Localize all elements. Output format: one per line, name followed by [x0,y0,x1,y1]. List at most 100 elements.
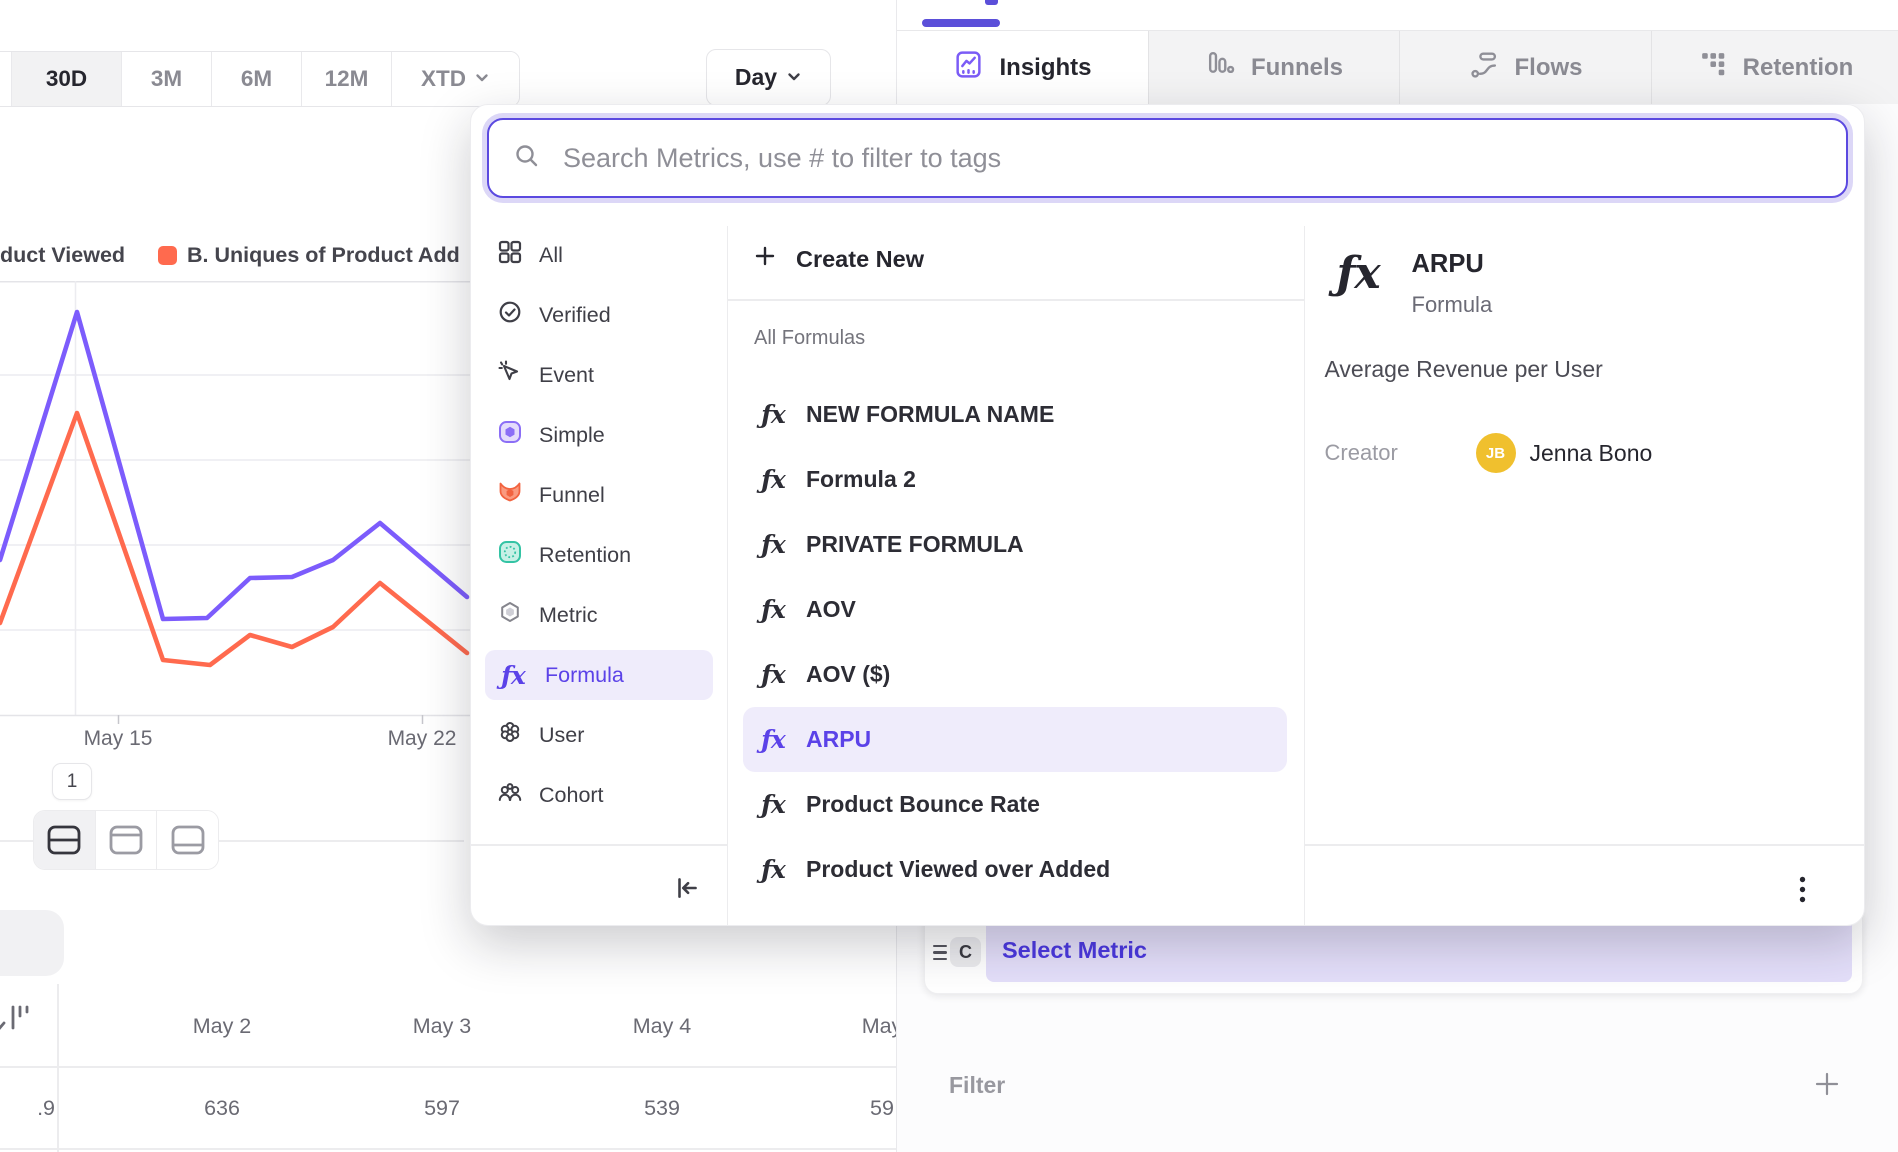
table-cell: 539 [582,1096,742,1126]
table-header-divider [0,1066,896,1068]
detail-title: ARPU [1412,250,1484,279]
create-new-label: Create New [796,246,924,273]
cursor-sparkle-icon [497,359,523,391]
formula-list: ƒx NEW FORMULA NAME ƒx Formula 2 ƒx PRIV… [743,382,1287,902]
retention-icon [1697,49,1728,87]
category-event[interactable]: Event [485,350,713,400]
filter-section-label: Filter [949,1072,1005,1099]
category-label: User [539,723,584,748]
category-user[interactable]: User [485,710,713,760]
collapse-panel-button[interactable] [669,870,705,906]
category-label: Retention [539,543,631,568]
search-icon [513,142,541,175]
range-button-12m[interactable]: 12M [301,52,391,106]
category-retention[interactable]: Retention [485,530,713,580]
select-metric-row[interactable]: Select Metric [986,918,1852,982]
range-button-30d[interactable]: 30D [11,52,121,106]
range-button-6m[interactable]: 6M [211,52,301,106]
table-cell: 636 [142,1096,302,1126]
formula-name: AOV [806,596,856,623]
formula-list-item[interactable]: ƒx Formula 2 [743,447,1287,512]
tab-label: Retention [1743,54,1854,82]
tab-insights[interactable]: Insights [897,31,1148,104]
interval-dropdown[interactable]: Day [706,49,831,106]
x-axis-label: May 15 [48,727,188,751]
fx-icon: ƒx [757,597,789,622]
add-filter-button[interactable] [1809,1066,1845,1102]
fx-icon: ƒx [757,467,789,492]
plus-icon [752,243,778,275]
drag-handle-icon[interactable] [933,945,947,964]
create-new-button[interactable]: Create New [752,236,924,282]
table-header-cell: May 3 [362,1014,522,1044]
category-label: Metric [539,603,598,628]
avatar: JB [1476,433,1516,473]
plus-icon [1811,1068,1843,1100]
page-number-badge[interactable]: 1 [52,763,92,800]
more-options-button[interactable] [1785,872,1819,906]
fx-icon: ƒx [757,662,789,687]
tab-funnels[interactable]: Funnels [1148,31,1399,104]
formula-list-item[interactable]: ƒx NEW FORMULA NAME [743,382,1287,447]
tab-label: Insights [999,54,1091,82]
fx-icon: ƒx [757,857,789,882]
category-verified[interactable]: Verified [485,290,713,340]
formula-list-item[interactable]: ƒx AOV ($) [743,642,1287,707]
layout-split-toggle[interactable] [34,811,95,869]
range-xtd-label: XTD [421,66,466,92]
category-label: Funnel [539,483,605,508]
creator-name: Jenna Bono [1530,440,1653,467]
fx-icon: ƒx [757,727,789,752]
formula-list-item[interactable]: ƒx Product Viewed over Added [743,837,1287,902]
category-all[interactable]: All [485,230,713,280]
legend-item-series-b[interactable]: B. Uniques of Product Add [187,243,460,268]
range-button-3m[interactable]: 3M [121,52,211,106]
formulas-section-label: All Formulas [754,327,865,350]
fx-icon-large: ƒx [1337,252,1380,296]
formula-detail-panel: ƒx ARPU Formula Average Revenue per User… [1305,226,1865,925]
formula-name: Product Bounce Rate [806,791,1040,818]
cohort-people-icon [497,779,523,811]
layout-table-only-toggle[interactable] [156,811,218,869]
tab-retention[interactable]: Retention [1651,31,1898,104]
category-simple[interactable]: Simple [485,410,713,460]
tab-flows[interactable]: Flows [1399,31,1651,104]
legend-item-series-a[interactable]: duct Viewed [0,243,125,268]
category-cohort[interactable]: Cohort [485,770,713,820]
sort-descending-icon [0,1001,32,1039]
formula-list-column: Create New All Formulas ƒx NEW FORMULA N… [728,226,1305,925]
formula-list-item[interactable]: ƒx Product Bounce Rate [743,772,1287,837]
category-metric[interactable]: Metric [485,590,713,640]
table-header-cell: May [802,1014,896,1044]
metric-letter-badge[interactable]: C [950,937,981,967]
funnels-icon [1205,49,1236,87]
metric-search-input[interactable]: Search Metrics, use # to filter to tags [487,118,1848,198]
category-formula[interactable]: ƒx Formula [485,650,713,700]
flows-icon [1468,49,1499,87]
insights-icon [953,49,984,87]
category-funnel[interactable]: Funnel [485,470,713,520]
kebab-menu-icon [1799,876,1806,903]
range-button-xtd[interactable]: XTD [391,52,519,106]
date-range-segmented-control: 30D 3M 6M 12M XTD [0,51,520,107]
creator-label: Creator [1325,440,1398,466]
formula-name: ARPU [806,726,871,753]
grid-icon [497,239,523,271]
top-tab-indicator-fragment [985,0,998,5]
fx-icon: ƒx [757,532,789,557]
detail-type: Formula [1412,292,1493,318]
formula-list-item[interactable]: ƒx AOV [743,577,1287,642]
category-label: Event [539,363,594,388]
collapsed-side-tab [0,910,64,976]
table-sort-control[interactable] [0,995,56,1051]
formula-list-item[interactable]: ƒx PRIVATE FORMULA [743,512,1287,577]
formula-name: NEW FORMULA NAME [806,401,1054,428]
line-chart [0,281,471,727]
layout-chart-only-toggle[interactable] [95,811,157,869]
range-button-cut[interactable] [0,52,11,106]
category-label: Cohort [539,783,604,808]
app-root: 30D 3M 6M 12M XTD Day duct Viewed B. Uni… [0,0,1898,1152]
divider [728,299,1304,301]
formula-list-item-selected[interactable]: ƒx ARPU [743,707,1287,772]
metric-hexagon-icon [497,599,523,631]
